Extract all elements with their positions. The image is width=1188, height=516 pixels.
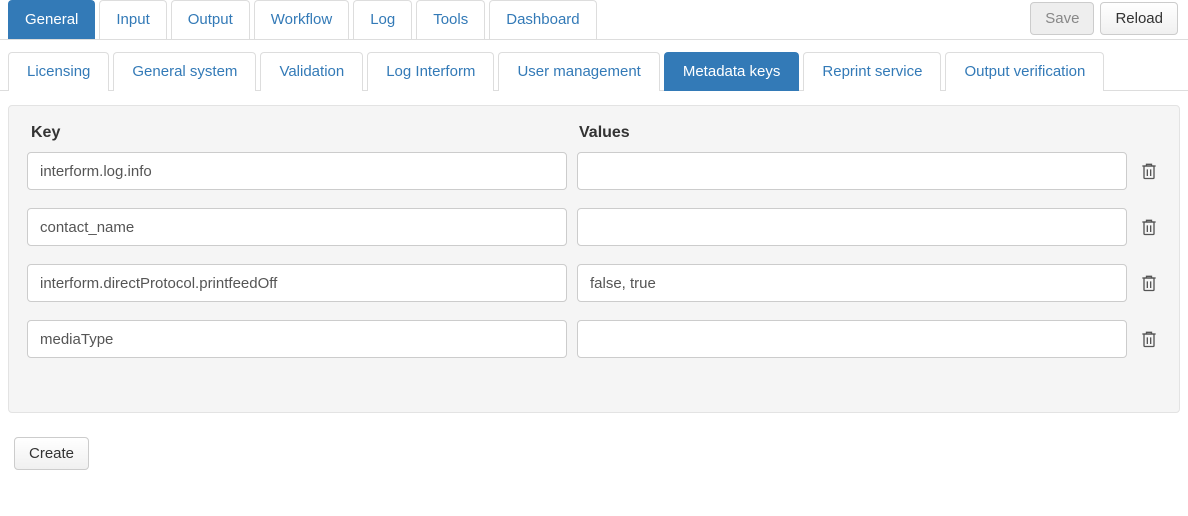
key-input[interactable] xyxy=(27,320,567,358)
metadata-rows xyxy=(27,152,1161,358)
key-input[interactable] xyxy=(27,264,567,302)
trash-icon[interactable] xyxy=(1137,327,1161,351)
subtab-licensing[interactable]: Licensing xyxy=(8,52,109,91)
subtab-log-interform[interactable]: Log Interform xyxy=(367,52,494,91)
trash-icon[interactable] xyxy=(1137,215,1161,239)
column-header-values: Values xyxy=(575,124,1161,142)
sub-nav-tabs: LicensingGeneral systemValidationLog Int… xyxy=(0,40,1188,91)
values-input[interactable] xyxy=(577,208,1127,246)
subtab-output-verification[interactable]: Output verification xyxy=(945,52,1104,91)
table-row xyxy=(27,208,1161,246)
metadata-keys-panel: Key Values xyxy=(8,105,1180,413)
trash-icon[interactable] xyxy=(1137,159,1161,183)
values-input[interactable] xyxy=(577,320,1127,358)
table-row xyxy=(27,152,1161,190)
table-row xyxy=(27,264,1161,302)
top-actions: Save Reload xyxy=(1030,0,1180,35)
create-button[interactable]: Create xyxy=(14,437,89,470)
subtab-user-management[interactable]: User management xyxy=(498,52,659,91)
column-header-key: Key xyxy=(27,124,575,142)
key-input[interactable] xyxy=(27,208,567,246)
subtab-metadata-keys[interactable]: Metadata keys xyxy=(664,52,800,91)
key-input[interactable] xyxy=(27,152,567,190)
tab-workflow[interactable]: Workflow xyxy=(254,0,349,39)
tab-general[interactable]: General xyxy=(8,0,95,39)
save-button[interactable]: Save xyxy=(1030,2,1094,35)
subtab-general-system[interactable]: General system xyxy=(113,52,256,91)
tab-output[interactable]: Output xyxy=(171,0,250,39)
tab-tools[interactable]: Tools xyxy=(416,0,485,39)
table-row xyxy=(27,320,1161,358)
tab-dashboard[interactable]: Dashboard xyxy=(489,0,596,39)
reload-button[interactable]: Reload xyxy=(1100,2,1178,35)
tab-input[interactable]: Input xyxy=(99,0,166,39)
values-input[interactable] xyxy=(577,264,1127,302)
subtab-validation[interactable]: Validation xyxy=(260,52,363,91)
tab-log[interactable]: Log xyxy=(353,0,412,39)
subtab-reprint-service[interactable]: Reprint service xyxy=(803,52,941,91)
values-input[interactable] xyxy=(577,152,1127,190)
top-nav-tabs: GeneralInputOutputWorkflowLogToolsDashbo… xyxy=(8,0,1030,39)
trash-icon[interactable] xyxy=(1137,271,1161,295)
